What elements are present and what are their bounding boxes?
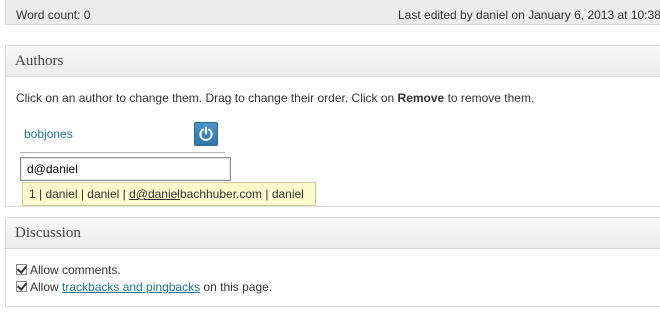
trackbacks-link[interactable]: trackbacks and pingbacks <box>62 280 200 294</box>
author-name-link[interactable]: bobjones <box>24 127 73 141</box>
instructions-remove-word: Remove <box>397 91 445 105</box>
last-edited: Last edited by daniel on January 6, 2013… <box>398 8 660 22</box>
instructions-pre: Click on an author to change them. Drag … <box>16 91 398 105</box>
remove-author-button[interactable] <box>194 122 218 146</box>
author-search-input[interactable] <box>20 157 231 181</box>
power-icon <box>199 126 213 141</box>
authors-box: Authors Click on an author to change the… <box>5 45 660 207</box>
allow-comments-row: Allow comments. <box>16 263 121 277</box>
allow-pings-prefix[interactable]: Allow <box>30 280 62 294</box>
suggestion-prefix: 1 | daniel | daniel | <box>29 187 130 201</box>
discussion-box-title[interactable]: Discussion <box>6 218 660 249</box>
allow-pings-suffix[interactable]: on this page. <box>200 280 272 294</box>
author-item[interactable]: bobjones <box>20 120 225 153</box>
author-suggestion[interactable]: 1 | daniel | daniel | d@danielbachhuber.… <box>22 182 316 206</box>
authors-instructions: Click on an author to change them. Drag … <box>16 91 534 105</box>
allow-pings-checkbox[interactable] <box>16 281 27 292</box>
authors-box-title[interactable]: Authors <box>6 46 660 77</box>
discussion-box: Discussion Allow comments. Allow trackba… <box>5 217 660 307</box>
allow-comments-label[interactable]: Allow comments. <box>30 263 121 277</box>
allow-comments-checkbox[interactable] <box>16 264 27 275</box>
suggestion-match: d@daniel <box>129 187 180 201</box>
suggestion-suffix: bachhuber.com | daniel <box>179 187 304 201</box>
word-count: Word count: 0 <box>16 8 91 22</box>
allow-pings-row: Allow trackbacks and pingbacks on this p… <box>16 280 272 294</box>
instructions-post: to remove them. <box>444 91 535 105</box>
status-bar: Word count: 0 Last edited by daniel on J… <box>5 0 660 25</box>
